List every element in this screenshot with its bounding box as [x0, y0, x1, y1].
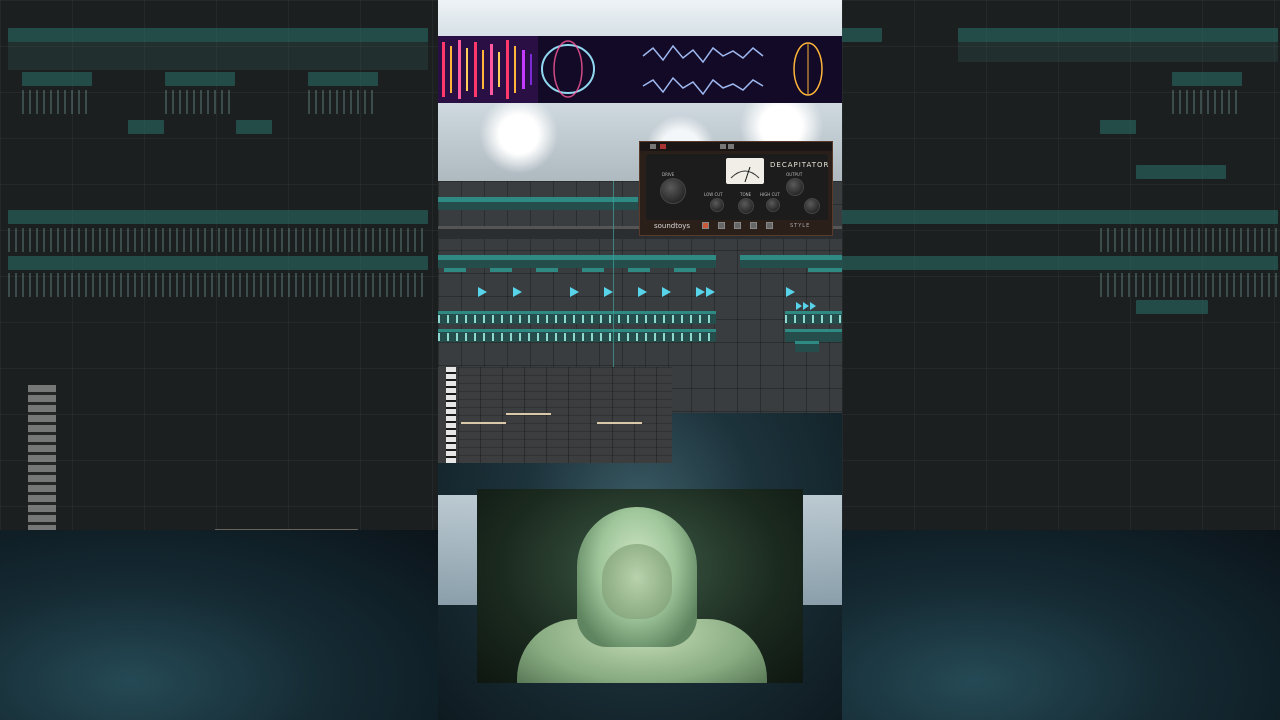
output-label: OUTPUT [786, 172, 803, 177]
background-left [0, 0, 438, 720]
clip-loop-b[interactable] [740, 260, 842, 268]
hit-marker-2[interactable] [513, 287, 522, 297]
bg-clip-toploop-07 [8, 256, 428, 270]
bg-clip-r-2 [958, 28, 1278, 42]
low-cut-knob[interactable] [710, 198, 724, 212]
plugin-faceplate: DECAPITATOR DRIVE LOW CUT TONE HIGH CUT … [646, 154, 828, 220]
clip-tail-4[interactable] [582, 268, 604, 272]
hit-marker-3[interactable] [570, 287, 579, 297]
bg-clip-bf-1 [128, 120, 164, 134]
decapitator-plugin-window: DECAPITATOR DRIVE LOW CUT TONE HIGH CUT … [639, 141, 833, 236]
bg-wave-r-tails [1172, 90, 1242, 114]
hit-marker-10[interactable] [796, 302, 802, 310]
vu-needle-icon [730, 166, 760, 183]
hit-marker-7[interactable] [696, 287, 705, 297]
bg-clip-tails-2 [165, 72, 235, 86]
hit-marker-6[interactable] [662, 287, 671, 297]
playhead[interactable] [613, 181, 614, 371]
lissajous-wave [541, 44, 595, 94]
bg-clip-bf-2 [236, 120, 272, 134]
wave-perc-2 [438, 333, 716, 341]
output-knob[interactable] [786, 178, 804, 196]
plugin-name: DECAPITATOR [770, 161, 830, 169]
bg-clip-r-tails [1172, 72, 1242, 86]
clip-small[interactable] [795, 344, 819, 352]
style-button-e[interactable] [718, 222, 725, 229]
bg-clip-r-whitelight [1136, 165, 1226, 179]
record-icon[interactable] [660, 144, 666, 149]
bg-clip-r-toploop-07 [842, 256, 1278, 270]
style-label: STYLE [790, 223, 811, 229]
hit-marker-1[interactable] [478, 287, 487, 297]
snow-strip-top [438, 0, 842, 36]
style-button-a[interactable] [702, 222, 709, 229]
background-right [842, 0, 1280, 720]
bg-wave-toploop-07 [8, 273, 428, 297]
compare-icon[interactable] [720, 144, 726, 149]
clip-tail-6[interactable] [674, 268, 696, 272]
waveform-bottom [642, 76, 764, 96]
bg-clip-r-body [958, 42, 1278, 62]
wave-perc [438, 315, 716, 323]
clip-tail-1[interactable] [444, 268, 466, 272]
clip-tail-2[interactable] [490, 268, 512, 272]
style-button-n[interactable] [734, 222, 741, 229]
clip-tail-7[interactable] [808, 268, 842, 272]
piano-keys[interactable] [446, 367, 456, 463]
plugin-title-bar[interactable] [640, 142, 832, 151]
clip-tail-5[interactable] [628, 268, 650, 272]
bg-clip-r-toploop-02 [842, 210, 1278, 224]
bg-forest-right [842, 530, 1280, 720]
bg-wave-2 [165, 90, 235, 114]
bg-wave-r-toploop-02 [1100, 228, 1278, 252]
piano-roll [438, 367, 672, 463]
bg-forest-left [0, 530, 438, 720]
bg-clip-bell [8, 28, 428, 42]
bg-wave-r-toploop-07 [1100, 273, 1278, 297]
bg-clip-tails-1 [22, 72, 92, 86]
high-cut-label: HIGH CUT [760, 192, 780, 197]
midi-note-1[interactable] [461, 422, 506, 424]
hit-marker-8[interactable] [706, 287, 715, 297]
hit-marker-12[interactable] [810, 302, 816, 310]
high-cut-knob[interactable] [766, 198, 780, 212]
webcam-overlay [477, 489, 803, 683]
bg-clip-r-1 [842, 28, 882, 42]
hit-marker-9[interactable] [786, 287, 795, 297]
bg-wave-3 [308, 90, 378, 114]
tone-label: TONE [740, 192, 752, 197]
wave-perc-b [785, 315, 842, 323]
clip-tail-3[interactable] [536, 268, 558, 272]
style-button-p[interactable] [766, 222, 773, 229]
mix-knob[interactable] [804, 198, 820, 214]
window-button-icon[interactable] [650, 144, 656, 149]
soundtoys-logo: soundtoys [654, 222, 691, 230]
clip-loop-a[interactable] [438, 260, 716, 268]
tone-knob[interactable] [738, 198, 754, 214]
drive-label: DRIVE [662, 172, 675, 177]
vu-meter [726, 158, 764, 184]
midi-note-2[interactable] [506, 413, 551, 415]
bg-clip-tails-3 [308, 72, 378, 86]
hit-marker-5[interactable] [638, 287, 647, 297]
person-face [602, 544, 672, 619]
settings-icon[interactable] [728, 144, 734, 149]
audio-visualizer [438, 36, 842, 103]
bg-clip-body [8, 42, 428, 70]
bg-clip-r-chorus [1136, 300, 1208, 314]
visualizer-graphic [438, 36, 823, 103]
waveform-top [642, 44, 764, 64]
bg-wave-toploop-02 [8, 228, 428, 252]
bg-wave-1 [22, 90, 92, 114]
hit-marker-11[interactable] [803, 302, 809, 310]
hit-marker-4[interactable] [604, 287, 613, 297]
clip-1[interactable] [438, 202, 638, 210]
bg-clip-r-bf [1100, 120, 1136, 134]
piano-roll-grid[interactable] [458, 367, 672, 463]
style-button-t[interactable] [750, 222, 757, 229]
low-cut-label: LOW CUT [704, 192, 723, 197]
midi-note-3[interactable] [597, 422, 642, 424]
drive-knob[interactable] [660, 178, 686, 204]
bg-clip-toploop-02 [8, 210, 428, 224]
